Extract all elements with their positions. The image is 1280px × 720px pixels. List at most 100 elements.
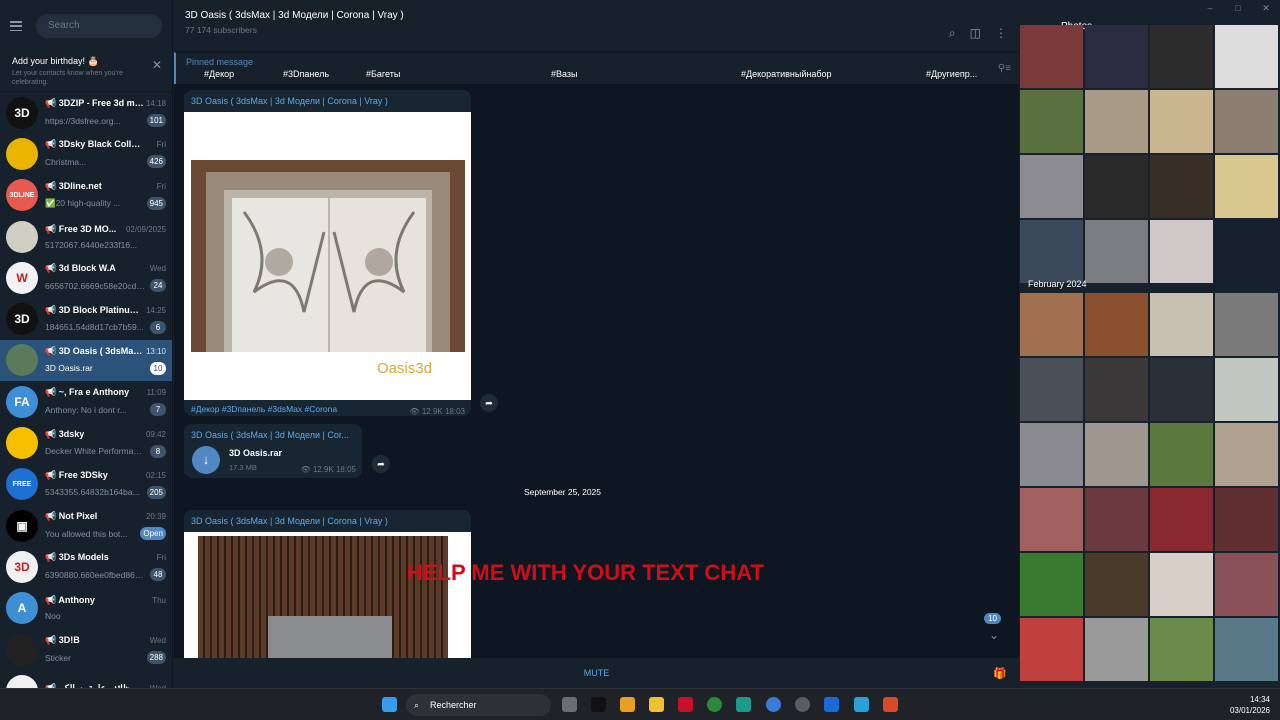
photo-thumbnail[interactable] <box>1215 618 1278 681</box>
chrome-icon[interactable] <box>707 697 722 712</box>
post-hashtags[interactable]: #Декор #3Dпанель #3dsMax #Corona <box>191 404 337 414</box>
chat-list-item[interactable]: 📢 3D!B Wed Sticker 288 <box>0 629 172 670</box>
gift-icon[interactable]: 🎁 <box>993 667 1007 680</box>
photo-thumbnail[interactable] <box>1215 488 1278 551</box>
photo-thumbnail[interactable] <box>1085 220 1148 283</box>
post-author[interactable]: 3D Oasis ( 3dsMax | 3d Модели | Corona |… <box>184 510 471 532</box>
pinned-tag[interactable]: #Другиепр... <box>926 69 977 79</box>
chat-list-item[interactable]: W 📢 3d Block W.A Wed 6656702.6669c58e20cd0.… <box>0 257 172 298</box>
chat-list-item[interactable]: 📢 Free 3D MO... 02/09/2025 5172067.6440e23… <box>0 216 172 257</box>
maximize-button[interactable]: □ <box>1224 0 1252 16</box>
task-view-icon[interactable] <box>562 697 577 712</box>
store-icon[interactable] <box>620 697 635 712</box>
photo-thumbnail[interactable] <box>1215 358 1278 421</box>
photoshop-icon[interactable] <box>824 697 839 712</box>
photo-thumbnail[interactable] <box>1020 618 1083 681</box>
photo-thumbnail[interactable] <box>1020 423 1083 486</box>
photo-thumbnail[interactable] <box>1085 90 1148 153</box>
chat-list-item[interactable]: 📢 3D Oasis ( 3dsMax ... 13:10 3D Oasis.rar… <box>0 339 172 382</box>
pinned-tag[interactable]: #Багеты <box>366 69 400 79</box>
chat-list-item[interactable]: 📢 وظائف عامة بسالكم ...Wed <box>0 670 172 688</box>
chat-list-item[interactable]: 📢 3dsky 09:42 Decker White Performan... 8 <box>0 422 172 463</box>
pinned-tag[interactable]: #Декоративныйнабор <box>741 69 832 79</box>
photo-thumbnail[interactable] <box>1020 155 1083 218</box>
post-image[interactable]: Oasis3d <box>184 112 471 400</box>
tiktok-icon[interactable] <box>591 697 606 712</box>
photo-thumbnail[interactable] <box>1085 155 1148 218</box>
chat-list-item[interactable]: 3D 📢 3DZIP - Free 3d mo... 14:18 https://3d… <box>0 92 172 133</box>
photo-thumbnail[interactable] <box>1150 358 1213 421</box>
photo-thumbnail[interactable] <box>1215 90 1278 153</box>
photo-thumbnail[interactable] <box>1215 155 1278 218</box>
file-explorer-icon[interactable] <box>649 697 664 712</box>
photo-thumbnail[interactable] <box>1150 90 1213 153</box>
photo-thumbnail[interactable] <box>1020 358 1083 421</box>
telegram-icon[interactable] <box>854 697 869 712</box>
photo-thumbnail[interactable] <box>1150 155 1213 218</box>
chat-list-item[interactable]: FA 📢 ~, Fra e Anthony 11:09 Anthony: No i d… <box>0 381 172 422</box>
scroll-down-icon[interactable]: ⌄ <box>985 628 1003 646</box>
menu-icon[interactable] <box>10 21 22 31</box>
photo-thumbnail[interactable] <box>1085 618 1148 681</box>
photo-thumbnail[interactable] <box>1020 90 1083 153</box>
chat-list-item[interactable]: 3D 📢 3Ds Models Fri 6390880.660ee0fbed864..… <box>0 546 172 587</box>
photo-thumbnail[interactable] <box>1020 25 1083 88</box>
download-icon[interactable]: ↓ <box>192 446 220 474</box>
3dsmax-icon[interactable] <box>736 697 751 712</box>
photo-thumbnail[interactable] <box>1215 553 1278 616</box>
chat-list-item[interactable]: ▣ 📢 Not Pixel 20:39 You allowed this bot...… <box>0 505 172 546</box>
photo-thumbnail[interactable] <box>1150 25 1213 88</box>
taskbar-search[interactable]: ⌕ Rechercher <box>406 694 551 716</box>
photo-thumbnail[interactable] <box>1150 293 1213 356</box>
channel-header[interactable]: 3D Oasis ( 3dsMax | 3d Модели | Corona |… <box>174 0 1019 52</box>
photo-thumbnail[interactable] <box>1020 488 1083 551</box>
chat-list-item[interactable]: 📢 3Dsky Black Collectio... Fri Christma...… <box>0 133 172 174</box>
windows-start-icon[interactable] <box>382 697 397 712</box>
more-icon[interactable]: ⋮ <box>995 26 1007 41</box>
photo-thumbnail[interactable] <box>1020 553 1083 616</box>
search-input[interactable]: Search <box>36 14 162 38</box>
photo-thumbnail[interactable] <box>1150 488 1213 551</box>
photo-thumbnail[interactable] <box>1215 25 1278 88</box>
photo-thumbnail[interactable] <box>1215 293 1278 356</box>
autocad-icon[interactable] <box>678 697 693 712</box>
photo-thumbnail[interactable] <box>1215 423 1278 486</box>
sidebar-toggle-icon[interactable]: ◫ <box>970 26 981 41</box>
forward-icon[interactable]: ➦ <box>372 455 390 473</box>
photo-thumbnail[interactable] <box>1085 358 1148 421</box>
post-author[interactable]: 3D Oasis ( 3dsMax | 3d Модели | Corona |… <box>184 90 471 112</box>
photo-thumbnail[interactable] <box>1085 423 1148 486</box>
forward-icon[interactable]: ➦ <box>480 394 498 412</box>
photo-thumbnail[interactable] <box>1150 553 1213 616</box>
pinned-message-bar[interactable]: Pinned message #Декор #3Dпанель #Багеты … <box>174 52 1019 84</box>
post-author[interactable]: 3D Oasis ( 3dsMax | 3d Модели | Cor... <box>184 424 362 446</box>
close-button[interactable]: ✕ <box>1252 0 1280 16</box>
winrar-icon[interactable] <box>883 697 898 712</box>
app-icon[interactable] <box>795 697 810 712</box>
pinned-tag[interactable]: #Вазы <box>551 69 578 79</box>
photo-thumbnail[interactable] <box>1150 618 1213 681</box>
pinned-tag[interactable]: #3Dпанель <box>283 69 329 79</box>
photo-thumbnail[interactable] <box>1150 423 1213 486</box>
chat-list-item[interactable]: 3D 📢 3D Block Platinum... 14:25 184651.54d8… <box>0 298 172 339</box>
chat-list-item[interactable]: 3DLINE 📢 3Dline.net Fri ✅20 high-quality ..… <box>0 175 172 216</box>
post-image[interactable] <box>184 532 471 658</box>
photo-thumbnail[interactable] <box>1150 220 1213 283</box>
photo-thumbnail[interactable] <box>1085 553 1148 616</box>
chat-list-item[interactable]: FREE 📢 Free 3DSky 02:15 5343355.64832b164ba… <box>0 464 172 505</box>
photo-thumbnail[interactable] <box>1085 488 1148 551</box>
chat-list-item[interactable]: A 📢 Anthony Thu Noo <box>0 588 172 629</box>
birthday-banner[interactable]: Add your birthday! 🎂 Let your contacts k… <box>0 52 172 92</box>
chrome-profile-icon[interactable] <box>766 697 781 712</box>
minimize-button[interactable]: – <box>1196 0 1224 16</box>
pin-list-icon[interactable]: ⚲≡ <box>998 63 1011 74</box>
photo-thumbnail[interactable] <box>1020 293 1083 356</box>
search-icon[interactable]: ⌕ <box>949 26 956 41</box>
pinned-tag[interactable]: #Декор <box>204 69 234 79</box>
system-clock[interactable]: 14:34 03/01/2026 <box>1230 694 1270 716</box>
photo-thumbnail[interactable] <box>1085 293 1148 356</box>
photo-thumbnail[interactable] <box>1020 220 1083 283</box>
close-icon[interactable]: ✕ <box>152 58 162 72</box>
mute-button[interactable]: MUTE <box>174 658 1019 688</box>
photo-thumbnail[interactable] <box>1085 25 1148 88</box>
